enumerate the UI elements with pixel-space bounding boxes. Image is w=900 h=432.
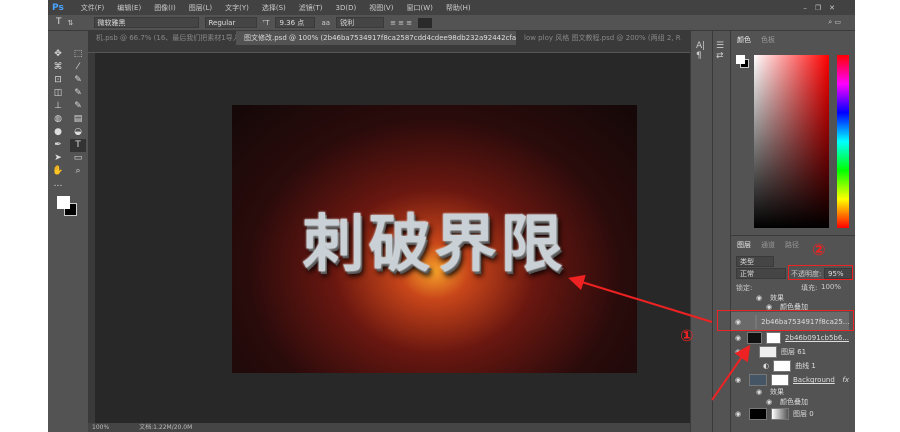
arrow-to-layer <box>711 344 751 401</box>
panel-foreground-swatch[interactable] <box>736 55 745 64</box>
annotation-arrows <box>568 274 751 401</box>
arrow-to-text <box>568 274 713 323</box>
foreground-color-swatch[interactable] <box>57 196 70 209</box>
